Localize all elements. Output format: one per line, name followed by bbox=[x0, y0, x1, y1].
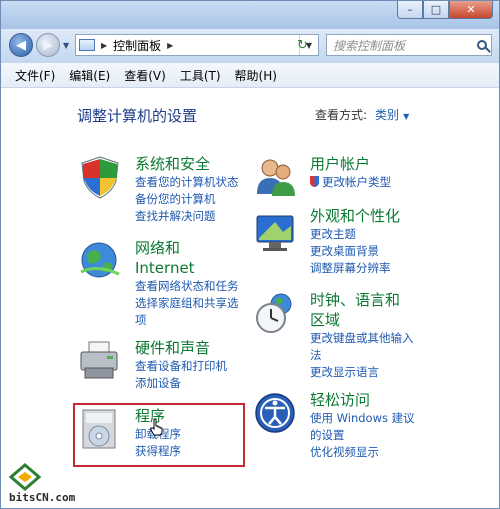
main-content: 调整计算机的设置 查看方式: 类别 ▼ 系统和安全 查看您的计算机状态 备份您的计算… bbox=[1, 88, 499, 508]
minimize-button[interactable]: – bbox=[397, 1, 423, 19]
category-title-ease-of-access[interactable]: 轻松访问 bbox=[310, 390, 415, 410]
back-button[interactable]: ◀ bbox=[9, 33, 33, 57]
link-change-account-type[interactable]: 更改帐户类型 bbox=[310, 174, 391, 191]
system-security-shield-icon[interactable] bbox=[77, 154, 123, 200]
link-change-desktop-background[interactable]: 更改桌面背景 bbox=[310, 243, 400, 260]
category-appearance: 外观和个性化 更改主题 更改桌面背景 调整屏幕分辨率 bbox=[310, 206, 400, 277]
link-windows-suggested-settings-cont[interactable]: 的设置 bbox=[310, 427, 415, 444]
menu-file[interactable]: 文件(F) bbox=[15, 67, 55, 84]
control-panel-folder-icon bbox=[79, 39, 95, 51]
link-change-account-type-label: 更改帐户类型 bbox=[322, 175, 391, 189]
close-button[interactable]: ✕ bbox=[449, 1, 493, 19]
maximize-button[interactable]: □ bbox=[423, 1, 449, 19]
link-homegroup-sharing[interactable]: 选择家庭组和共享选 bbox=[135, 295, 239, 312]
link-adjust-resolution[interactable]: 调整屏幕分辨率 bbox=[310, 260, 400, 277]
navigation-bar: ◀ ▶ ▼ ▶ 控制面板 ▶ ▼ ↻ 搜索控制面板 bbox=[1, 29, 499, 63]
link-change-display-language[interactable]: 更改显示语言 bbox=[310, 364, 414, 381]
page-title: 调整计算机的设置 bbox=[77, 107, 198, 125]
link-homegroup-sharing-cont[interactable]: 项 bbox=[135, 312, 239, 329]
link-view-computer-status[interactable]: 查看您的计算机状态 bbox=[135, 174, 239, 191]
link-add-device[interactable]: 添加设备 bbox=[135, 375, 227, 392]
category-title-hardware-sound[interactable]: 硬件和声音 bbox=[135, 338, 227, 358]
link-devices-printers[interactable]: 查看设备和打印机 bbox=[135, 358, 227, 375]
search-placeholder: 搜索控制面板 bbox=[333, 38, 406, 53]
category-clock-region: 时钟、语言和 区域 更改键盘或其他输入 法 更改显示语言 bbox=[310, 290, 414, 381]
chevron-right-icon[interactable]: ▶ bbox=[167, 41, 173, 50]
category-hardware-sound: 硬件和声音 查看设备和打印机 添加设备 bbox=[135, 338, 227, 392]
recent-pages-dropdown-icon[interactable]: ▼ bbox=[63, 41, 69, 50]
category-title-user-accounts[interactable]: 用户帐户 bbox=[310, 154, 391, 174]
link-optimize-visual-display[interactable]: 优化视频显示 bbox=[310, 444, 415, 461]
view-mode-selector[interactable]: 类别 bbox=[375, 108, 399, 122]
menu-edit[interactable]: 编辑(E) bbox=[69, 67, 110, 84]
chevron-down-icon[interactable]: ▼ bbox=[403, 112, 409, 121]
link-network-status[interactable]: 查看网络状态和任务 bbox=[135, 278, 239, 295]
refresh-icon[interactable]: ↻ bbox=[297, 38, 308, 53]
address-bar[interactable]: ▶ 控制面板 ▶ ▼ bbox=[75, 34, 319, 56]
control-panel-window: – □ ✕ ◀ ▶ ▼ ▶ 控制面板 ▶ ▼ ↻ 搜索控制面板 文件(F) 编辑… bbox=[0, 0, 500, 509]
search-input[interactable]: 搜索控制面板 bbox=[326, 34, 492, 56]
category-title-network[interactable]: 网络和 bbox=[135, 238, 239, 258]
breadcrumb-control-panel[interactable]: 控制面板 bbox=[113, 37, 161, 54]
menu-tools[interactable]: 工具(T) bbox=[180, 67, 221, 84]
link-change-keyboard-input[interactable]: 更改键盘或其他输入 bbox=[310, 330, 414, 347]
search-icon[interactable] bbox=[477, 40, 487, 50]
category-system-security: 系统和安全 查看您的计算机状态 备份您的计算机 查找并解决问题 bbox=[135, 154, 239, 225]
link-windows-suggested-settings[interactable]: 使用 Windows 建议 bbox=[310, 410, 415, 427]
link-change-theme[interactable]: 更改主题 bbox=[310, 226, 400, 243]
forward-button[interactable]: ▶ bbox=[36, 33, 60, 57]
ease-of-access-icon[interactable] bbox=[253, 391, 299, 437]
window-controls: – □ ✕ bbox=[397, 1, 493, 19]
watermark-text: bitsCN.com bbox=[9, 491, 76, 504]
menu-help[interactable]: 帮助(H) bbox=[235, 67, 277, 84]
link-backup-computer[interactable]: 备份您的计算机 bbox=[135, 191, 239, 208]
forward-arrow-icon: ▶ bbox=[43, 37, 53, 53]
category-title-appearance[interactable]: 外观和个性化 bbox=[310, 206, 400, 226]
network-globe-icon[interactable] bbox=[77, 238, 123, 284]
category-network-internet: 网络和 Internet 查看网络状态和任务 选择家庭组和共享选 项 bbox=[135, 238, 239, 329]
menu-view[interactable]: 查看(V) bbox=[124, 67, 166, 84]
link-change-keyboard-input-cont[interactable]: 法 bbox=[310, 347, 414, 364]
category-title-internet[interactable]: Internet bbox=[135, 258, 239, 278]
category-title-clock-language[interactable]: 时钟、语言和 bbox=[310, 290, 414, 310]
category-title-region[interactable]: 区域 bbox=[310, 310, 414, 330]
back-arrow-icon: ◀ bbox=[16, 37, 26, 53]
chevron-right-icon[interactable]: ▶ bbox=[101, 41, 107, 50]
view-mode: 查看方式: 类别 ▼ bbox=[315, 106, 409, 123]
menu-bar: 文件(F) 编辑(E) 查看(V) 工具(T) 帮助(H) bbox=[1, 63, 499, 88]
category-ease-of-access: 轻松访问 使用 Windows 建议 的设置 优化视频显示 bbox=[310, 390, 415, 461]
title-bar: – □ ✕ bbox=[1, 1, 499, 29]
clock-region-icon[interactable] bbox=[253, 290, 299, 336]
uac-shield-icon bbox=[310, 176, 319, 187]
category-user-accounts: 用户帐户 更改帐户类型 bbox=[310, 154, 391, 191]
watermark-logo-icon bbox=[8, 463, 42, 491]
category-title-system-security[interactable]: 系统和安全 bbox=[135, 154, 239, 174]
link-troubleshoot[interactable]: 查找并解决问题 bbox=[135, 208, 239, 225]
hand-cursor-icon bbox=[150, 418, 163, 436]
view-mode-label: 查看方式: bbox=[315, 108, 368, 122]
hardware-printer-icon[interactable] bbox=[77, 338, 123, 384]
appearance-monitor-icon[interactable] bbox=[253, 210, 299, 256]
watermark: bitsCN.com bbox=[5, 463, 95, 508]
user-accounts-icon[interactable] bbox=[253, 154, 299, 200]
